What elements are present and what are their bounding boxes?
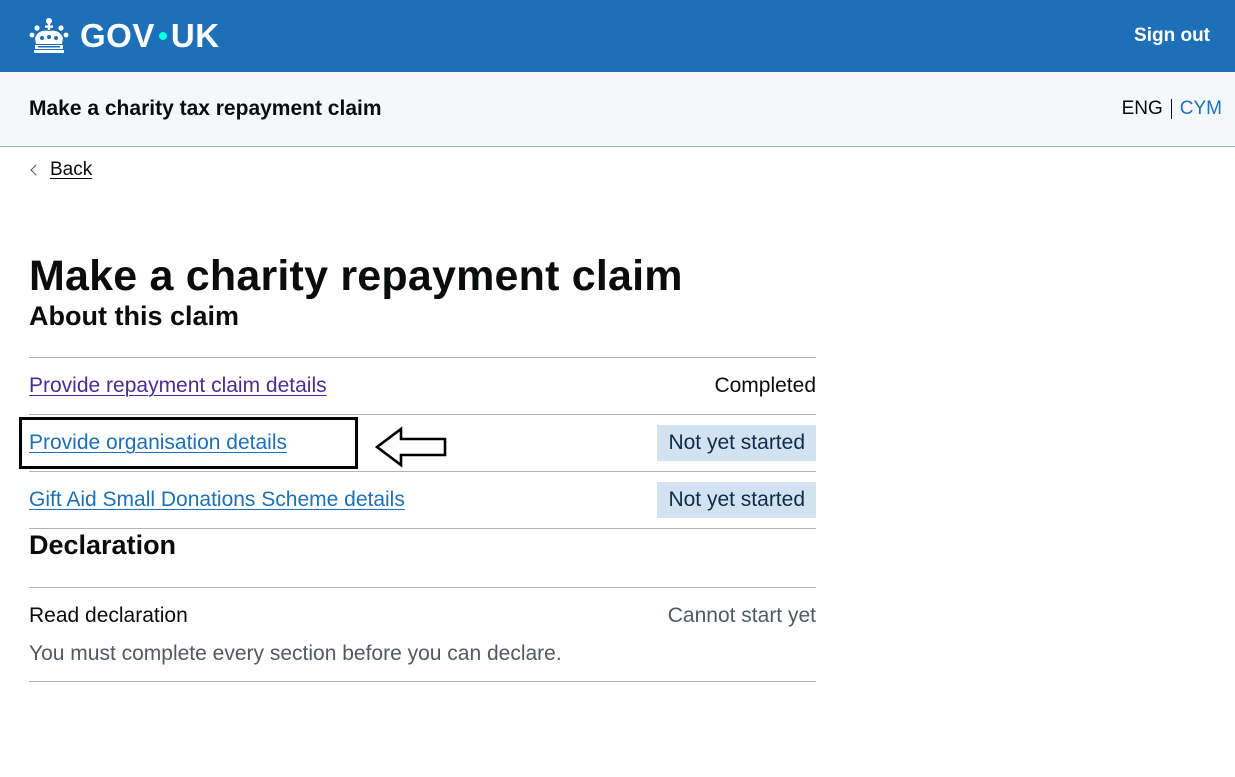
task-list-item: Gift Aid Small Donations Scheme details … <box>29 472 816 529</box>
language-divider <box>1170 99 1172 119</box>
logo-text-uk: UK <box>170 17 220 54</box>
task-list-item: Read declaration You must complete every… <box>29 588 816 683</box>
about-claim-heading: About this claim <box>29 301 240 332</box>
declaration-task-title: Read declaration <box>29 604 188 628</box>
task-link-gasds-details[interactable]: Gift Aid Small Donations Scheme details <box>29 488 405 512</box>
declaration-task-list: Read declaration You must complete every… <box>29 587 816 683</box>
task-status-tag: Not yet started <box>657 424 816 461</box>
about-task-list: Provide repayment claim details Complete… <box>19 356 816 529</box>
back-link[interactable]: Back <box>50 159 92 181</box>
govuk-logo-text: GOV UK <box>80 17 220 55</box>
sign-out-link[interactable]: Sign out <box>1134 25 1210 47</box>
language-link-cym[interactable]: CYM <box>1180 98 1222 120</box>
task-status-completed: Completed <box>714 373 816 397</box>
declaration-heading: Declaration <box>29 529 177 560</box>
back-link-container: Back <box>29 159 92 181</box>
task-list-item: Provide repayment claim details Complete… <box>29 358 816 415</box>
task-status-cannot-start: Cannot start yet <box>667 604 816 628</box>
language-current: ENG <box>1121 98 1163 119</box>
service-navigation: Make a charity tax repayment claim ENG C… <box>0 72 1235 147</box>
chevron-left-icon <box>30 164 42 176</box>
crown-icon <box>29 18 69 53</box>
main-content: Back Make a charity repayment claim Abou… <box>0 147 1235 683</box>
task-link-repayment-claim-details[interactable]: Provide repayment claim details <box>29 374 327 398</box>
govuk-logo-link[interactable]: GOV UK <box>29 17 220 55</box>
declaration-hint: You must complete every section before y… <box>29 642 562 666</box>
logo-text-gov: GOV <box>80 17 155 54</box>
left-arrow-outline-icon <box>375 426 447 468</box>
language-switcher: ENG CYM <box>1122 98 1222 120</box>
task-link-organisation-details[interactable]: Provide organisation details <box>29 431 287 455</box>
page-title: Make a charity repayment claim <box>29 252 683 300</box>
service-name: Make a charity tax repayment claim <box>29 97 382 120</box>
logo-dot <box>158 32 167 40</box>
govuk-header: GOV UK Sign out <box>0 0 1235 72</box>
declaration-text-group: Read declaration You must complete every… <box>29 604 562 666</box>
task-list-item: Provide organisation details Not yet sta… <box>19 415 816 472</box>
task-status-tag: Not yet started <box>657 481 816 518</box>
